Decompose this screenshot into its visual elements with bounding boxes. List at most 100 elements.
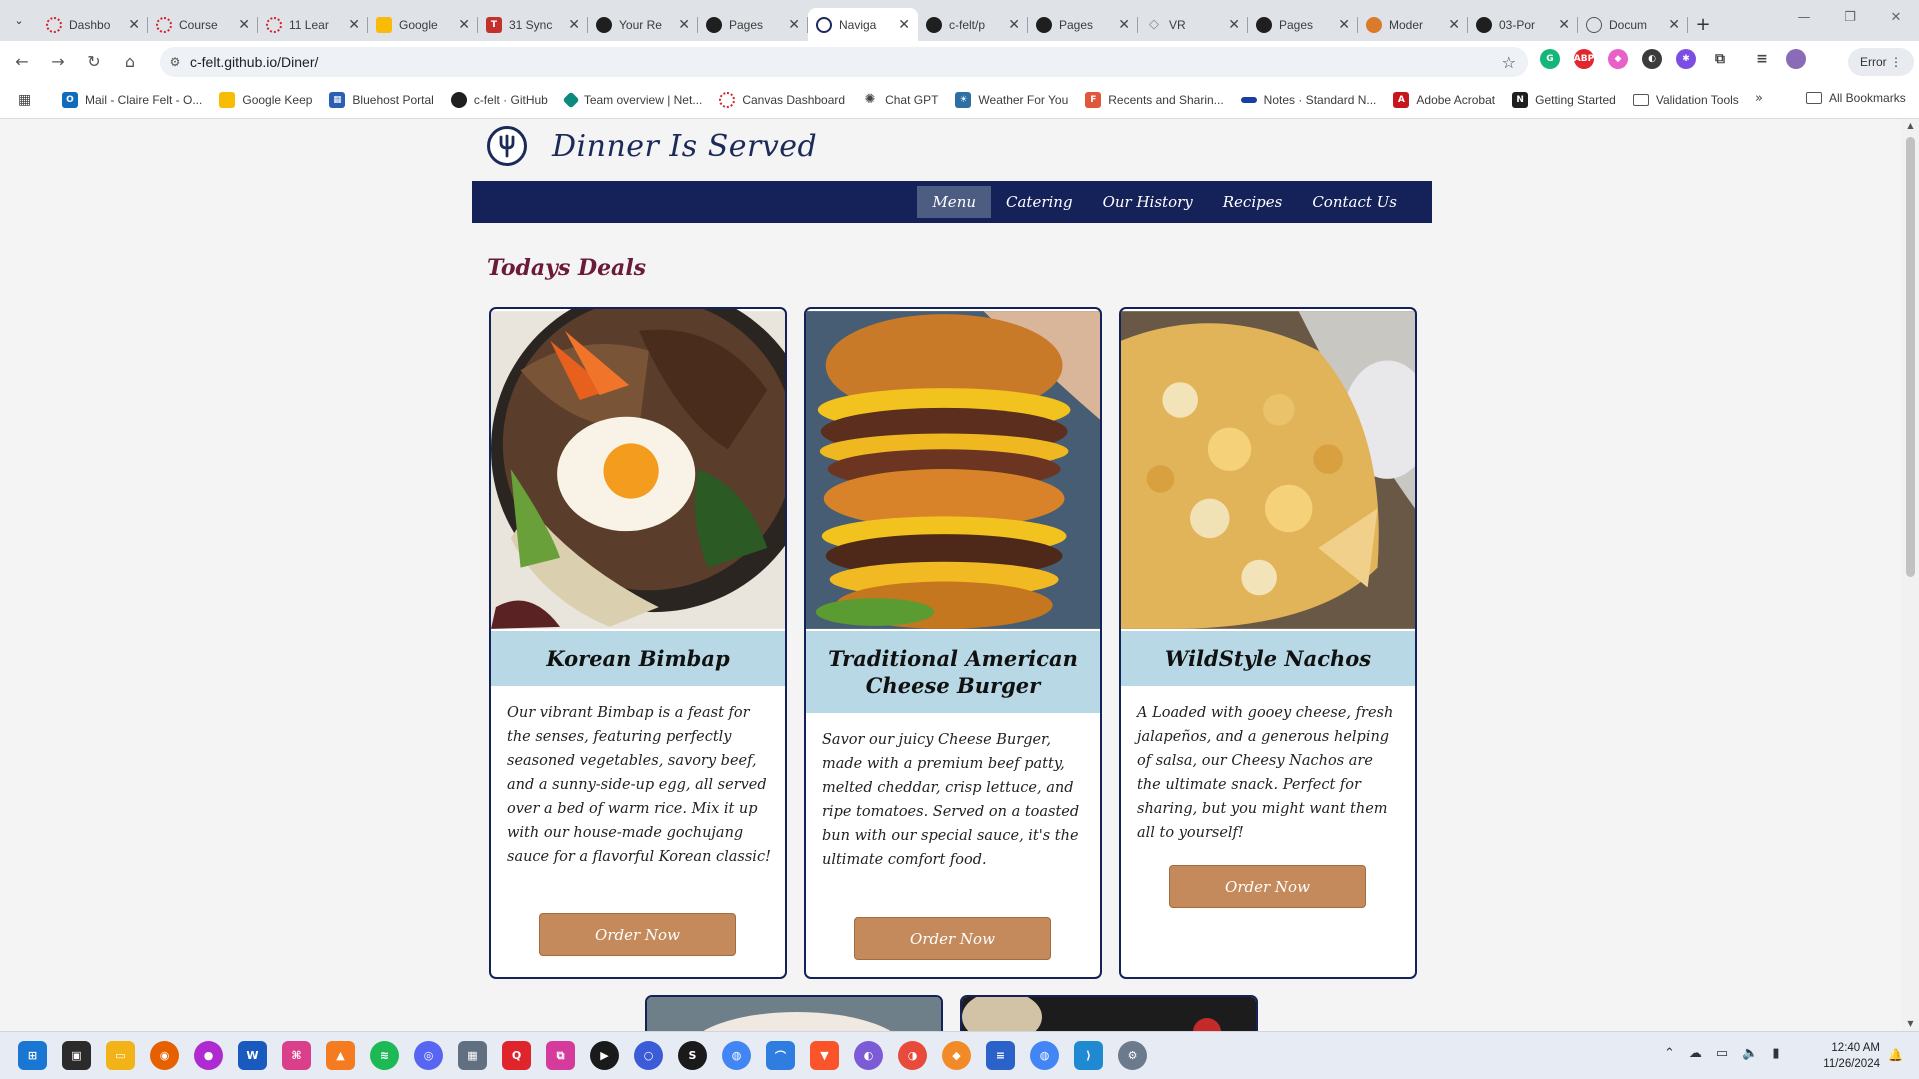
close-icon[interactable]: ✕: [348, 17, 360, 33]
apps-grid-icon[interactable]: ▦: [18, 92, 38, 108]
tab-navigation-active[interactable]: Naviga ✕: [808, 8, 918, 41]
tab-search-icon[interactable]: ⌄: [0, 0, 38, 41]
bookmark-google-keep[interactable]: Google Keep: [219, 91, 312, 108]
extension-icon[interactable]: ◆: [1608, 49, 1628, 69]
site-settings-icon[interactable]: ⚙: [160, 55, 190, 69]
scrollbar-thumb[interactable]: [1906, 137, 1915, 577]
notification-bell-icon[interactable]: 🔔: [1888, 1048, 1903, 1062]
bookmark-canvas[interactable]: Canvas Dashboard: [719, 91, 845, 108]
url-text[interactable]: c-felt.github.io/Diner/: [190, 54, 318, 70]
tab-pages-2[interactable]: Pages ✕: [1028, 8, 1138, 41]
task-view-icon[interactable]: ▣: [62, 1041, 91, 1070]
close-icon[interactable]: ✕: [128, 17, 140, 33]
extension-icon[interactable]: ✱: [1676, 49, 1696, 69]
spotify-icon[interactable]: ≋: [370, 1041, 399, 1070]
bookmark-bluehost[interactable]: ▦ Bluehost Portal: [329, 91, 434, 108]
app-icon[interactable]: ○: [634, 1041, 663, 1070]
fork-logo-icon[interactable]: [487, 126, 527, 166]
back-arrow-icon[interactable]: ←: [4, 45, 40, 77]
chrome-icon[interactable]: ◍: [722, 1041, 751, 1070]
vscode-icon[interactable]: ⟩: [1074, 1041, 1103, 1070]
tab-pages[interactable]: Pages ✕: [698, 8, 808, 41]
tab-course[interactable]: Course ✕: [148, 8, 258, 41]
media-icon[interactable]: ≡: [1752, 49, 1772, 69]
nav-our-history[interactable]: Our History: [1088, 186, 1208, 218]
tab-your-repos[interactable]: Your Re ✕: [588, 8, 698, 41]
home-icon[interactable]: ⌂: [112, 45, 148, 77]
more-bookmarks-chevron-icon[interactable]: »: [1755, 91, 1763, 106]
bookmark-github[interactable]: c-felt · GitHub: [450, 91, 548, 108]
avatar[interactable]: [1786, 49, 1806, 69]
tab-learn[interactable]: 11 Lear ✕: [258, 8, 368, 41]
tab-sync[interactable]: T 31 Sync ✕: [478, 8, 588, 41]
nav-catering[interactable]: Catering: [991, 186, 1088, 218]
minimize-icon[interactable]: —: [1781, 0, 1827, 34]
close-window-icon[interactable]: ✕: [1873, 0, 1919, 34]
notepad-icon[interactable]: ≡: [986, 1041, 1015, 1070]
adblock-icon[interactable]: ABP: [1574, 49, 1594, 69]
tab-dashboard[interactable]: Dashbo ✕: [38, 8, 148, 41]
bookmark-star-icon[interactable]: ☆: [1502, 53, 1516, 72]
close-icon[interactable]: ✕: [678, 17, 690, 33]
bookmark-weather[interactable]: ☀ Weather For You: [955, 91, 1068, 108]
bookmark-notes[interactable]: Notes · Standard N...: [1240, 93, 1376, 107]
close-icon[interactable]: ✕: [1558, 17, 1570, 33]
grammarly-icon[interactable]: G: [1540, 49, 1560, 69]
bookmark-mail[interactable]: O Mail - Claire Felt - O...: [62, 91, 202, 108]
nav-recipes[interactable]: Recipes: [1208, 186, 1298, 218]
tab-portfolio[interactable]: 03-Por ✕: [1468, 8, 1578, 41]
app-icon[interactable]: ⌒: [766, 1041, 795, 1070]
close-icon[interactable]: ✕: [458, 17, 470, 33]
close-icon[interactable]: ✕: [788, 17, 800, 33]
app-icon[interactable]: ◆: [942, 1041, 971, 1070]
chrome-icon[interactable]: ◍: [1030, 1041, 1059, 1070]
close-icon[interactable]: ✕: [898, 17, 910, 33]
tab-vr[interactable]: ◇ VR ✕: [1138, 8, 1248, 41]
tab-document[interactable]: Docum ✕: [1578, 8, 1688, 41]
page-scrollbar[interactable]: ▲ ▼: [1902, 119, 1919, 1031]
reload-icon[interactable]: ↻: [76, 45, 112, 77]
puzzle-icon[interactable]: ⧉: [1710, 49, 1730, 69]
windows-start-icon[interactable]: ⊞: [18, 1041, 47, 1070]
onedrive-icon[interactable]: ☁: [1689, 1046, 1702, 1061]
close-icon[interactable]: ✕: [238, 17, 250, 33]
bookmark-getting-started[interactable]: N Getting Started: [1512, 91, 1616, 108]
battery-icon[interactable]: ▮: [1772, 1046, 1779, 1061]
bookmark-validation-tools[interactable]: Validation Tools: [1632, 93, 1739, 107]
close-icon[interactable]: ✕: [1338, 17, 1350, 33]
bookmark-adobe[interactable]: A Adobe Acrobat: [1393, 91, 1495, 108]
app-icon[interactable]: ◐: [854, 1041, 883, 1070]
app-icon[interactable]: S: [678, 1041, 707, 1070]
profile-error-button[interactable]: Error ⋮: [1848, 48, 1914, 76]
scroll-up-arrow-icon[interactable]: ▲: [1902, 119, 1919, 133]
nav-menu[interactable]: Menu: [917, 186, 992, 218]
app-icon[interactable]: ◑: [898, 1041, 927, 1070]
brave-icon[interactable]: ▼: [810, 1041, 839, 1070]
settings-gear-icon[interactable]: ⚙: [1118, 1041, 1147, 1070]
address-bar[interactable]: ⚙ c-felt.github.io/Diner/ ☆: [160, 47, 1528, 77]
extension-icon[interactable]: ◐: [1642, 49, 1662, 69]
close-icon[interactable]: ✕: [1118, 17, 1130, 33]
file-explorer-icon[interactable]: ▭: [106, 1041, 135, 1070]
bookmark-chatgpt[interactable]: ✺ Chat GPT: [862, 92, 939, 108]
restore-icon[interactable]: ❐: [1827, 0, 1873, 34]
tab-c-felt[interactable]: c-felt/p ✕: [918, 8, 1028, 41]
app-icon[interactable]: ▶: [590, 1041, 619, 1070]
scroll-down-arrow-icon[interactable]: ▼: [1902, 1017, 1919, 1031]
close-icon[interactable]: ✕: [568, 17, 580, 33]
discord-icon[interactable]: ◎: [414, 1041, 443, 1070]
order-now-button[interactable]: Order Now: [854, 917, 1051, 960]
app-icon[interactable]: Q: [502, 1041, 531, 1070]
new-tab-button[interactable]: +: [1688, 8, 1718, 41]
app-icon[interactable]: ⧉: [546, 1041, 575, 1070]
close-icon[interactable]: ✕: [1008, 17, 1020, 33]
app-icon[interactable]: ⌘: [282, 1041, 311, 1070]
firefox-icon[interactable]: ◉: [150, 1041, 179, 1070]
tab-google[interactable]: Google ✕: [368, 8, 478, 41]
app-icon[interactable]: ●: [194, 1041, 223, 1070]
tab-pages-3[interactable]: Pages ✕: [1248, 8, 1358, 41]
order-now-button[interactable]: Order Now: [539, 913, 736, 956]
order-now-button[interactable]: Order Now: [1169, 865, 1366, 908]
close-icon[interactable]: ✕: [1668, 17, 1680, 33]
nav-contact-us[interactable]: Contact Us: [1297, 186, 1412, 218]
